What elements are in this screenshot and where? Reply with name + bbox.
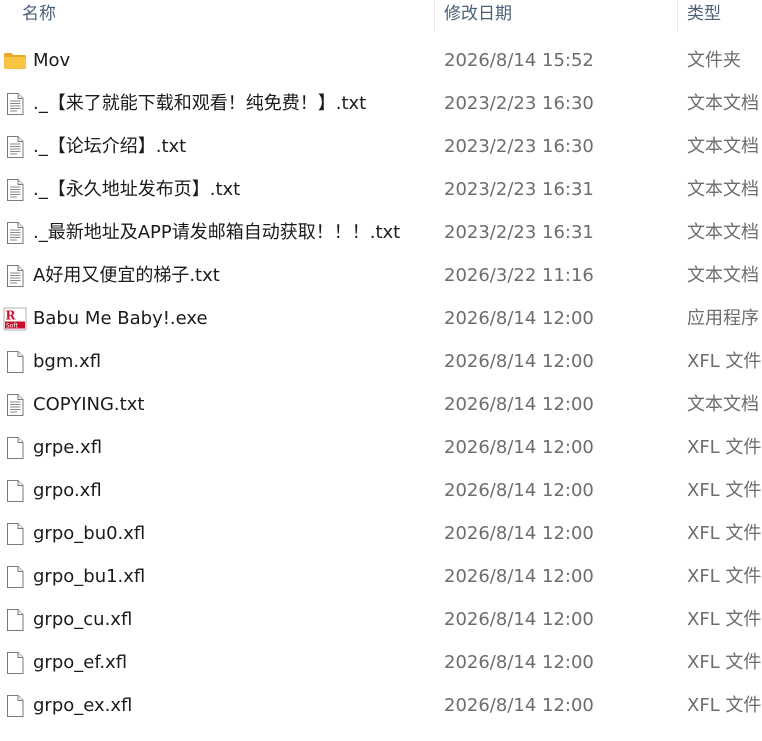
file-date-modified: 2026/8/14 12:00 [444, 566, 594, 587]
text-file-icon [3, 135, 27, 159]
file-type: XFL 文件 [687, 609, 762, 630]
file-row[interactable]: ._最新地址及APP请发邮箱自动获取！！！.txt 2023/2/23 16:31… [0, 211, 762, 254]
file-type: XFL 文件 [687, 523, 762, 544]
file-date-modified: 2026/8/14 12:00 [444, 308, 594, 329]
file-type: XFL 文件 [687, 437, 762, 458]
file-row[interactable]: R Soft Babu Me Baby!.exe 2026/8/14 12:00 应… [0, 297, 762, 340]
file-row[interactable]: Mov 2026/8/14 15:52 文件夹 [0, 39, 762, 82]
file-name: COPYING.txt [33, 394, 145, 415]
file-type: 文本文档 [687, 265, 759, 286]
file-name: grpo_ef.xfl [33, 652, 128, 673]
file-name: grpo_ex.xfl [33, 695, 133, 716]
file-type: 文本文档 [687, 93, 759, 114]
file-name: Mov [33, 50, 71, 71]
column-header-name[interactable]: 名称 [22, 0, 56, 30]
file-type: XFL 文件 [687, 566, 762, 587]
text-file-icon [3, 92, 27, 116]
file-name: bgm.xfl [33, 351, 102, 372]
blank-file-icon [3, 694, 27, 718]
file-row[interactable]: grpe.xfl 2026/8/14 12:00 XFL 文件 [0, 426, 762, 469]
file-name: ._【永久地址发布页】.txt [33, 179, 241, 200]
file-type: 文本文档 [687, 136, 759, 157]
column-header-date-modified[interactable]: 修改日期 [444, 0, 512, 30]
file-type: XFL 文件 [687, 652, 762, 673]
file-type: 应用程序 [687, 308, 759, 329]
file-row[interactable]: ._【论坛介绍】.txt 2023/2/23 16:30 文本文档 [0, 125, 762, 168]
blank-file-icon [3, 479, 27, 503]
file-date-modified: 2023/2/23 16:31 [444, 179, 594, 200]
file-row[interactable]: bgm.xfl 2026/8/14 12:00 XFL 文件 [0, 340, 762, 383]
blank-file-icon [3, 350, 27, 374]
file-row[interactable]: grpo_ef.xfl 2026/8/14 12:00 XFL 文件 [0, 641, 762, 684]
file-name: A好用又便宜的梯子.txt [33, 265, 220, 286]
file-date-modified: 2026/8/14 15:52 [444, 50, 594, 71]
file-row[interactable]: ._【来了就能下载和观看！纯免费！】.txt 2023/2/23 16:30 文本文… [0, 82, 762, 125]
app-icon: R Soft [3, 307, 27, 331]
file-type: XFL 文件 [687, 351, 762, 372]
file-date-modified: 2023/2/23 16:31 [444, 222, 594, 243]
file-date-modified: 2026/3/22 11:16 [444, 265, 594, 286]
file-row[interactable]: grpo.xfl 2026/8/14 12:00 XFL 文件 [0, 469, 762, 512]
file-type: 文本文档 [687, 179, 759, 200]
file-date-modified: 2023/2/23 16:30 [444, 136, 594, 157]
file-row[interactable]: grpo_bu0.xfl 2026/8/14 12:00 XFL 文件 [0, 512, 762, 555]
file-list: Mov 2026/8/14 15:52 文件夹 ._【来了就能下载和观看！纯免费！】… [0, 39, 762, 727]
svg-text:Soft: Soft [6, 323, 18, 330]
file-type: XFL 文件 [687, 480, 762, 501]
file-row[interactable]: grpo_ex.xfl 2026/8/14 12:00 XFL 文件 [0, 684, 762, 727]
file-date-modified: 2026/8/14 12:00 [444, 437, 594, 458]
file-date-modified: 2026/8/14 12:00 [444, 523, 594, 544]
folder-icon [3, 49, 27, 73]
file-row[interactable]: ._【永久地址发布页】.txt 2023/2/23 16:31 文本文档 [0, 168, 762, 211]
file-type: 文件夹 [687, 50, 741, 71]
file-row[interactable]: grpo_cu.xfl 2026/8/14 12:00 XFL 文件 [0, 598, 762, 641]
file-name: ._【论坛介绍】.txt [33, 136, 187, 157]
file-name: Babu Me Baby!.exe [33, 308, 208, 329]
file-date-modified: 2026/8/14 12:00 [444, 351, 594, 372]
file-explorer-window: 名称 修改日期 类型 Mov 2026/8/14 15:52 文件夹 ._【来了就能… [0, 0, 762, 741]
file-name: grpo_bu1.xfl [33, 566, 146, 587]
file-row[interactable]: COPYING.txt 2026/8/14 12:00 文本文档 [0, 383, 762, 426]
file-name: ._【来了就能下载和观看！纯免费！】.txt [33, 93, 367, 114]
column-header-type[interactable]: 类型 [687, 0, 721, 30]
file-type: XFL 文件 [687, 695, 762, 716]
blank-file-icon [3, 522, 27, 546]
column-header-row: 名称 修改日期 类型 [0, 0, 762, 34]
blank-file-icon [3, 436, 27, 460]
blank-file-icon [3, 608, 27, 632]
file-name: grpe.xfl [33, 437, 103, 458]
text-file-icon [3, 393, 27, 417]
text-file-icon [3, 178, 27, 202]
file-name: grpo_cu.xfl [33, 609, 133, 630]
blank-file-icon [3, 565, 27, 589]
file-date-modified: 2026/8/14 12:00 [444, 652, 594, 673]
text-file-icon [3, 221, 27, 245]
file-row[interactable]: A好用又便宜的梯子.txt 2026/3/22 11:16 文本文档 [0, 254, 762, 297]
file-date-modified: 2026/8/14 12:00 [444, 394, 594, 415]
file-name: grpo_bu0.xfl [33, 523, 146, 544]
file-type: 文本文档 [687, 394, 759, 415]
blank-file-icon [3, 651, 27, 675]
file-date-modified: 2026/8/14 12:00 [444, 609, 594, 630]
file-row[interactable]: grpo_bu1.xfl 2026/8/14 12:00 XFL 文件 [0, 555, 762, 598]
file-date-modified: 2026/8/14 12:00 [444, 480, 594, 501]
file-name: grpo.xfl [33, 480, 102, 501]
file-type: 文本文档 [687, 222, 759, 243]
file-date-modified: 2023/2/23 16:30 [444, 93, 594, 114]
file-date-modified: 2026/8/14 12:00 [444, 695, 594, 716]
file-name: ._最新地址及APP请发邮箱自动获取！！！.txt [33, 222, 401, 243]
svg-text:R: R [6, 309, 17, 323]
column-divider[interactable] [434, 0, 435, 32]
column-divider[interactable] [677, 0, 678, 32]
text-file-icon [3, 264, 27, 288]
